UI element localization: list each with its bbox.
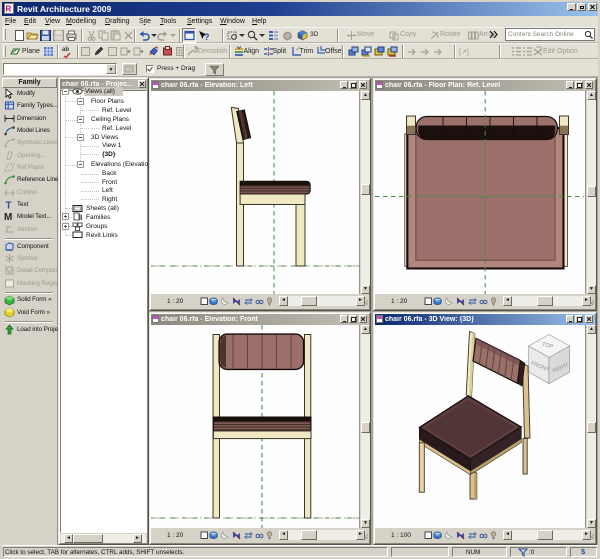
svg-text:[↗]: [↗] — [459, 49, 469, 56]
svg-text:M: M — [4, 212, 12, 222]
svg-text:?: ? — [204, 32, 210, 42]
svg-text:ab: ab — [62, 47, 69, 53]
svg-text:R: R — [6, 5, 12, 14]
svg-text:T: T — [6, 201, 12, 211]
